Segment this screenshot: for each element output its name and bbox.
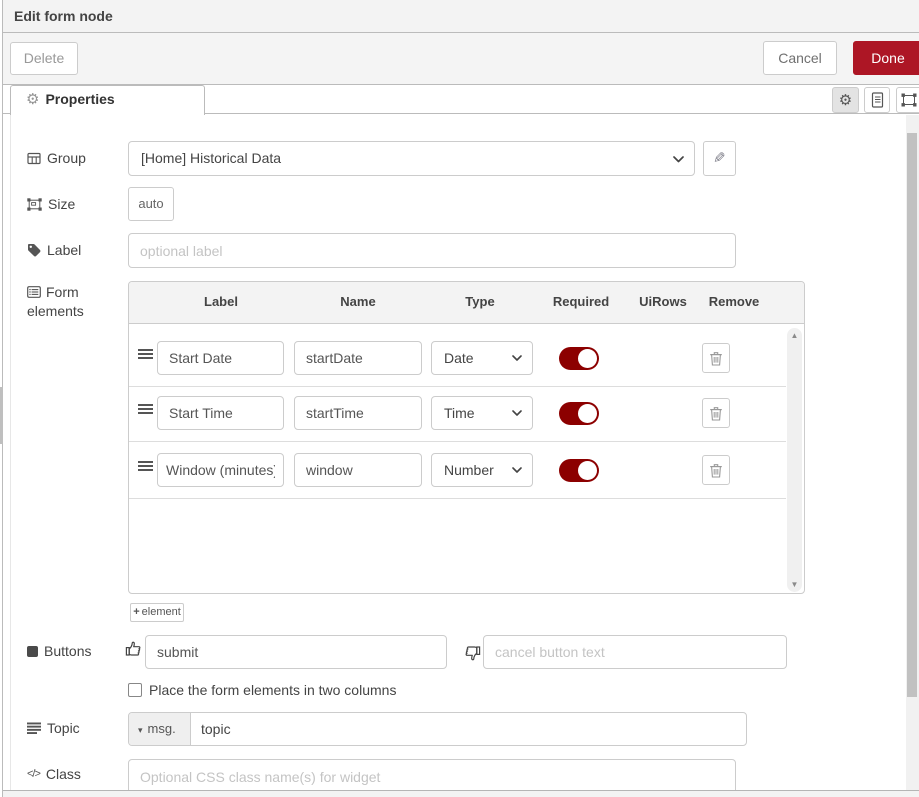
dialog-title: Edit form node [14, 8, 113, 24]
topic-typed-input: ▾msg. topic [128, 712, 747, 746]
scroll-down-icon[interactable]: ▼ [787, 580, 802, 589]
form-element-row: Date [129, 341, 804, 381]
form-element-row: Time [129, 396, 804, 436]
chevron-down-icon [673, 156, 684, 163]
drag-handle-icon[interactable] [138, 404, 153, 416]
form-element-row: Number [129, 453, 804, 493]
edit-group-button[interactable]: ✎ [703, 141, 736, 176]
delete-button[interactable]: Delete [10, 42, 78, 75]
thumbs-up-icon [125, 640, 143, 658]
remove-element-button[interactable] [702, 455, 730, 485]
list-icon [27, 722, 41, 734]
topic-value-input[interactable]: topic [191, 713, 231, 745]
size-field-label: Size [27, 196, 75, 212]
column-header-label: Label [204, 294, 238, 309]
drag-handle-icon[interactable] [138, 349, 153, 361]
add-element-button[interactable]: +element [130, 603, 184, 622]
toggle-knob [578, 461, 597, 480]
size-button[interactable]: auto [128, 187, 174, 221]
scroll-up-icon[interactable]: ▲ [787, 331, 802, 340]
plus-icon: + [133, 606, 139, 618]
two-columns-label: Place the form elements in two columns [149, 682, 396, 698]
edit-form-node-dialog: Edit form node Delete Cancel Done ⚙ Prope… [0, 0, 919, 797]
dialog-header: Edit form node [3, 0, 919, 33]
form-elements-table: Label Name Type Required UiRows Remove D… [128, 281, 805, 594]
scrollbar-thumb[interactable] [907, 133, 917, 697]
appearance-button[interactable] [896, 87, 919, 113]
tab-properties-label: Properties [45, 91, 114, 107]
cancel-button-text-input[interactable] [483, 635, 787, 669]
tag-icon [27, 243, 41, 257]
column-header-uirows: UiRows [639, 294, 687, 309]
thumbs-down-icon [463, 644, 481, 662]
element-name-input[interactable] [294, 341, 422, 375]
gear-icon: ⚙ [26, 91, 39, 108]
content-left-divider [10, 114, 11, 790]
row-separator [129, 386, 786, 387]
tray-footer [3, 790, 919, 797]
row-separator [129, 441, 786, 442]
label-input[interactable] [128, 233, 736, 268]
document-icon [871, 92, 884, 108]
table-scrollbar[interactable]: ▲ ▼ [787, 328, 802, 592]
trash-icon [709, 351, 723, 366]
table-icon [27, 152, 41, 165]
form-elements-field-label: Form elements [27, 283, 103, 321]
tab-properties[interactable]: ⚙ Properties [10, 85, 205, 115]
column-header-type: Type [465, 294, 494, 309]
properties-toggle-button[interactable]: ⚙ [832, 87, 859, 113]
topic-type-select[interactable]: ▾msg. [129, 713, 191, 745]
done-button[interactable]: Done [853, 41, 919, 75]
element-label-input[interactable] [157, 453, 284, 487]
chevron-down-icon [512, 355, 522, 361]
element-type-select[interactable]: Date [431, 341, 533, 375]
required-toggle[interactable] [559, 347, 599, 370]
description-button[interactable] [864, 87, 890, 113]
form-elements-table-header: Label Name Type Required UiRows Remove [129, 282, 804, 324]
tray-resize-grip[interactable] [0, 387, 3, 444]
square-icon [27, 646, 38, 657]
list-alt-icon [27, 286, 41, 298]
class-input[interactable] [128, 759, 736, 794]
buttons-field-label: Buttons [27, 643, 91, 659]
element-label-input[interactable] [157, 396, 284, 430]
chevron-down-icon [512, 467, 522, 473]
required-toggle[interactable] [559, 402, 599, 425]
object-group-icon [901, 93, 917, 107]
group-field-label: Group [27, 150, 86, 166]
element-label-input[interactable] [157, 341, 284, 375]
column-header-required: Required [553, 294, 609, 309]
object-group-icon [27, 198, 42, 211]
chevron-down-icon [512, 410, 522, 416]
topic-field-label: Topic [27, 720, 80, 736]
gear-icon: ⚙ [839, 91, 852, 109]
remove-element-button[interactable] [702, 398, 730, 428]
column-header-remove: Remove [709, 294, 760, 309]
pencil-icon: ✎ [713, 142, 726, 175]
two-columns-checkbox[interactable] [128, 683, 142, 697]
trash-icon [709, 463, 723, 478]
trash-icon [709, 406, 723, 421]
class-field-label: </> Class [27, 766, 81, 782]
cancel-button[interactable]: Cancel [763, 41, 837, 75]
element-name-input[interactable] [294, 453, 422, 487]
label-field-label: Label [27, 242, 81, 258]
toggle-knob [578, 349, 597, 368]
element-name-input[interactable] [294, 396, 422, 430]
code-icon: </> [27, 768, 40, 780]
required-toggle[interactable] [559, 459, 599, 482]
drag-handle-icon[interactable] [138, 461, 153, 473]
toggle-knob [578, 404, 597, 423]
group-select[interactable]: [Home] Historical Data [128, 141, 695, 176]
element-type-select[interactable]: Number [431, 453, 533, 487]
caret-down-icon: ▾ [138, 725, 143, 735]
row-separator [129, 498, 786, 499]
remove-element-button[interactable] [702, 343, 730, 373]
column-header-name: Name [340, 294, 375, 309]
dialog-scrollbar[interactable] [906, 115, 919, 790]
submit-button-text-input[interactable] [145, 635, 447, 669]
dialog-toolbar: Delete Cancel Done [3, 33, 919, 85]
element-type-select[interactable]: Time [431, 396, 533, 430]
